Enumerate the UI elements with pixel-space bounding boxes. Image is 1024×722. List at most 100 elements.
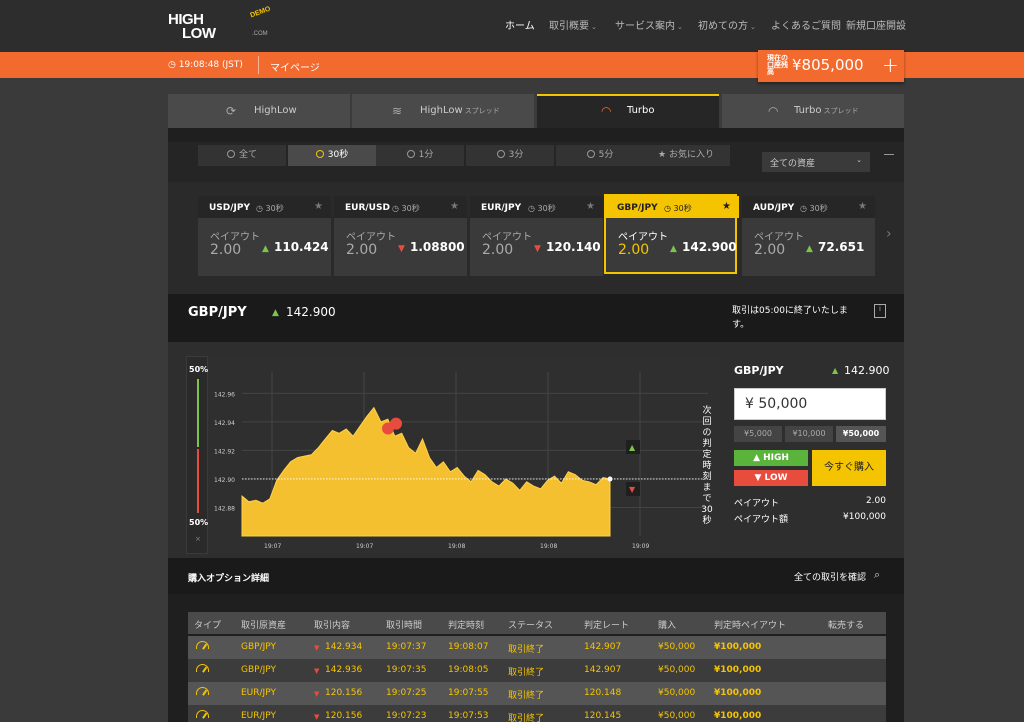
cell-content: 120.156 — [325, 688, 363, 698]
turbo-gauge-icon — [196, 687, 209, 695]
mypage-link[interactable]: マイページ — [270, 59, 320, 74]
clock-icon: ◷ — [664, 204, 674, 213]
table-row[interactable]: EUR/JPY ▼ 120.156 19:07:23 19:07:53 取引終了 120.1… — [188, 705, 886, 722]
favorite-star-icon[interactable]: ★ — [586, 201, 595, 212]
clock-icon: ◷ — [800, 204, 810, 213]
low-button[interactable]: ▼ LOW — [734, 470, 808, 486]
card-header: GBP/JPY ◷ 30秒 ★ — [606, 196, 739, 218]
duration-5m[interactable]: 5分 — [556, 145, 644, 166]
meter-high-bar — [197, 379, 199, 447]
deposit-plus-icon[interactable]: + — [882, 53, 899, 77]
nav-home[interactable]: ホーム — [505, 17, 535, 32]
clock-icon: ◷ — [168, 60, 179, 70]
card-price: 142.900 — [682, 240, 737, 254]
top-navigation: HIGH LOW DEMO .COM ホーム 取引概要 ⌄ サービス案内 ⌄ 初めて… — [0, 0, 1024, 52]
quick-amount-50000[interactable]: ¥50,000 — [836, 426, 886, 442]
duration-3m[interactable]: 3分 — [466, 145, 554, 166]
cell-judge: 19:07:53 — [448, 711, 489, 721]
clock-icon — [226, 150, 235, 158]
card-time: ◷ 30秒 — [800, 204, 828, 213]
payout-amount-row: ペイアウト額 ¥100,000 — [734, 512, 886, 525]
favorite-star-icon[interactable]: ★ — [450, 201, 459, 212]
book-icon[interactable]: i — [874, 304, 886, 318]
clock-icon — [406, 150, 415, 158]
card-time: ◷ 30秒 — [392, 204, 420, 213]
search-icon[interactable]: ⌕ — [874, 568, 880, 582]
nav-services[interactable]: サービス案内 ⌄ — [615, 17, 683, 32]
clock-icon: ◷ — [392, 204, 402, 213]
asset-card[interactable]: EUR/JPY ◷ 30秒 ★ ペイアウト 2.00 ▼ 120.140 — [470, 196, 603, 276]
column-header: 取引時間 — [386, 621, 423, 631]
arrow-up-icon: ▲ — [262, 244, 269, 254]
arrow-down-icon: ▼ — [754, 473, 765, 483]
cell-asset: GBP/JPY — [241, 665, 276, 675]
balance-box: 現在の口座残高 ¥805,000 + — [758, 50, 904, 82]
selected-price: 142.900 — [286, 305, 336, 319]
highlow-logo[interactable]: HIGH LOW DEMO .COM — [168, 6, 274, 43]
cell-payout: ¥100,000 — [714, 711, 762, 721]
cell-rate: 142.907 — [584, 642, 622, 652]
duration-all[interactable]: 全て — [198, 145, 286, 166]
current-price-dot — [607, 476, 613, 482]
chevron-right-icon[interactable]: › — [886, 226, 892, 242]
column-header: 転売する — [828, 621, 865, 631]
favorite-star-icon[interactable]: ★ — [314, 201, 323, 212]
chevron-down-icon: ⌄ — [677, 23, 683, 31]
arrow-up-icon: ▲ — [832, 366, 839, 375]
meter-bottom: 50% — [189, 518, 209, 527]
amount-input[interactable]: ¥ 50,000 — [734, 388, 886, 420]
turbo-gauge-icon — [196, 641, 209, 649]
balance-label: 現在の口座残高 — [767, 54, 788, 76]
card-pair: EUR/USD — [345, 203, 390, 213]
card-payout: 2.00 — [482, 242, 514, 258]
x-tick-label: 19:08 — [540, 543, 557, 550]
divider — [258, 56, 259, 74]
tab-turbo-spread[interactable]: ◠ Turbo スプレッド — [722, 94, 904, 128]
card-price: 1.08800 — [410, 240, 465, 254]
all-trades-link[interactable]: 全ての取引を確認 — [794, 570, 866, 583]
quick-amount-5000[interactable]: ¥5,000 — [734, 426, 782, 442]
duration-favorites[interactable]: ★ お気に入り — [642, 145, 730, 166]
card-price: 110.424 — [274, 240, 329, 254]
close-icon[interactable]: × — [195, 535, 201, 543]
tab-highlow[interactable]: ⟳ HighLow — [168, 94, 350, 128]
arrow-down-icon: ▼ — [629, 485, 636, 494]
buy-now-button[interactable]: 今すぐ購入 — [812, 450, 886, 486]
table-header: タイプ 取引原資産 取引内容 取引時間 判定時刻 ステータス 判定レート 購入 判定時ペイアウト… — [188, 612, 886, 634]
duration-1m[interactable]: 1分 — [376, 145, 464, 166]
cell-buy: ¥50,000 — [658, 665, 696, 675]
selected-pair: GBP/JPY — [188, 305, 247, 320]
collapse-icon[interactable] — [884, 154, 894, 155]
trade-end-notice: 取引は05:00に終了いたします。 — [732, 306, 848, 330]
next-judgement-label: 次回の判定時刻まで30秒 — [701, 406, 713, 526]
duration-30s[interactable]: 30秒 — [288, 145, 376, 166]
card-pair: GBP/JPY — [617, 203, 658, 213]
table-row[interactable]: GBP/JPY ▼ 142.934 19:07:37 19:08:07 取引終了 142.9… — [188, 636, 886, 659]
asset-card[interactable]: EUR/USD ◷ 30秒 ★ ペイアウト 2.00 ▼ 1.08800 — [334, 196, 467, 276]
table-row[interactable]: EUR/JPY ▼ 120.156 19:07:25 19:07:55 取引終了 120.1… — [188, 682, 886, 705]
order-panel: GBP/JPY ▲ 142.900 ¥ 50,000 ¥5,000 ¥10,00… — [734, 356, 890, 546]
asset-card[interactable]: GBP/JPY ◷ 30秒 ★ ペイアウト 2.00 ▲ 142.900 — [604, 194, 739, 274]
favorite-star-icon[interactable]: ★ — [722, 201, 731, 212]
quick-amount-10000[interactable]: ¥10,000 — [785, 426, 833, 442]
asset-select[interactable]: 全ての資産 ⌄ — [762, 152, 870, 172]
cell-rate: 120.145 — [584, 711, 622, 721]
asset-card[interactable]: AUD/JPY ◷ 30秒 ★ ペイアウト 2.00 ▲ 72.651 — [742, 196, 875, 276]
high-button[interactable]: ▲ HIGH — [734, 450, 808, 466]
table-row[interactable]: GBP/JPY ▼ 142.936 19:07:35 19:08:05 取引終了 142.9… — [188, 659, 886, 682]
turbo-gauge-icon: ◠ — [601, 104, 612, 118]
x-tick-label: 19:08 — [448, 543, 465, 550]
card-payout-label: ペイアウト — [210, 232, 260, 243]
nav-beginners[interactable]: 初めての方 ⌄ — [698, 17, 756, 32]
cell-time: 19:07:23 — [386, 711, 427, 721]
cell-status: 取引終了 — [508, 668, 545, 678]
asset-card[interactable]: USD/JPY ◷ 30秒 ★ ペイアウト 2.00 ▲ 110.424 — [198, 196, 331, 276]
cell-judge: 19:07:55 — [448, 688, 489, 698]
nav-trade-overview[interactable]: 取引概要 ⌄ — [549, 17, 597, 32]
tab-highlow-spread[interactable]: ≋ HighLow スプレッド — [352, 94, 534, 128]
nav-open-account[interactable]: 新規口座開設 — [846, 17, 906, 32]
nav-faq[interactable]: よくあるご質問 — [771, 17, 841, 32]
favorite-star-icon[interactable]: ★ — [858, 201, 867, 212]
chevron-down-icon: ⌄ — [591, 23, 597, 31]
tab-turbo[interactable]: ◠ Turbo — [537, 94, 719, 128]
